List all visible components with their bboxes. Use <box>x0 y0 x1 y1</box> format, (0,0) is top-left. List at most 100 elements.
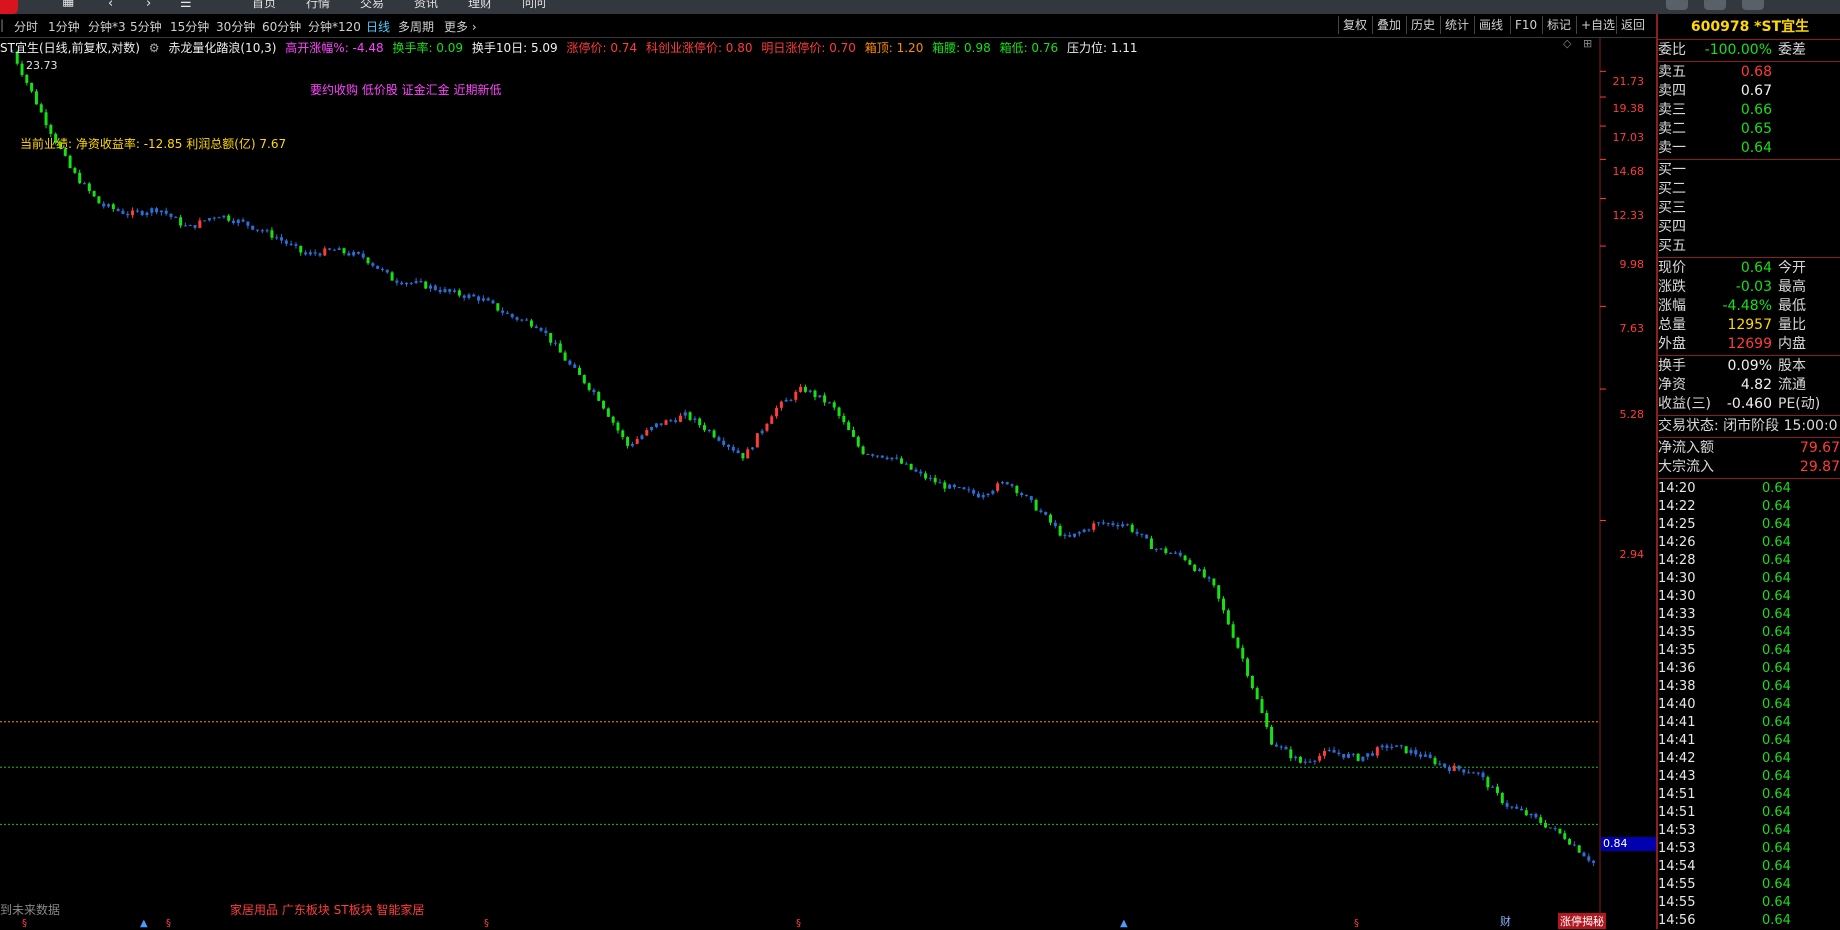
btn-f10[interactable]: F10 <box>1510 16 1541 34</box>
candle-body <box>82 183 86 185</box>
btn-overlay[interactable]: 叠加 <box>1372 16 1405 34</box>
kline-svg[interactable]: § ▲ § § § ▲ § <box>0 37 1656 929</box>
tick-time: 14:55 <box>1658 877 1696 892</box>
candle-body <box>477 296 481 301</box>
buy3-row[interactable]: 买三 <box>1658 199 1840 218</box>
sell3-row[interactable]: 卖三 0.66 <box>1658 101 1840 120</box>
candle-body <box>496 303 500 311</box>
tab-min3[interactable]: 分钟*3 <box>88 18 126 35</box>
expand-icon[interactable]: ⊞ <box>1583 37 1592 50</box>
order-ratio-row: 委比 -100.00% 委差 <box>1658 41 1840 60</box>
stat-row-turnover: 换手 0.09% 股本 <box>1658 357 1840 376</box>
indicator-name[interactable]: 赤龙量化踏浪(10,3) <box>168 41 276 55</box>
candle-body <box>1106 523 1110 525</box>
nav-ask[interactable]: 问问 <box>522 0 546 11</box>
candle-body <box>1202 569 1206 578</box>
candle-body <box>553 342 557 344</box>
btn-restore-rights[interactable]: 复权 <box>1338 16 1371 34</box>
candle-body <box>1452 765 1456 771</box>
candle-body <box>1255 688 1259 700</box>
candle-body <box>1053 522 1057 527</box>
settings-small-icon[interactable]: ⚙ <box>149 41 160 55</box>
candle-body <box>1414 750 1418 755</box>
candle-body <box>803 386 807 392</box>
candle-body <box>654 423 658 427</box>
candle-body <box>227 215 231 221</box>
tab-60min[interactable]: 60分钟 <box>262 18 301 35</box>
nav-market[interactable]: 行情 <box>306 0 330 11</box>
grid-icon[interactable]: ▦ <box>62 0 74 9</box>
candle-body <box>491 300 495 304</box>
btn-add-watchlist[interactable]: +自选 <box>1576 16 1619 34</box>
stock-title[interactable]: 600978 *ST宜生 <box>1658 18 1840 37</box>
forward-arrow-icon[interactable]: › <box>146 0 151 11</box>
candle-body <box>1438 763 1442 765</box>
nav-trade[interactable]: 交易 <box>360 0 384 11</box>
btn-stats[interactable]: 统计 <box>1440 16 1473 34</box>
kline-chart[interactable]: § ▲ § § § ▲ § ST宜生(日线,前复权,对数) ⚙ 赤龙量化踏浪(10,3) 高… <box>0 37 1657 929</box>
buy2-row[interactable]: 买二 <box>1658 180 1840 199</box>
tick-price: 0.64 <box>1762 769 1791 784</box>
candle-body <box>1097 522 1101 524</box>
buy5-row[interactable]: 买五 <box>1658 237 1840 256</box>
tab-5min[interactable]: 5分钟 <box>130 18 162 35</box>
limit-up-reveal-tag[interactable]: 涨停揭秘 <box>1558 913 1606 929</box>
tab-more[interactable]: 更多 › <box>444 18 477 35</box>
tab-multi-period[interactable]: 多周期 <box>398 18 434 35</box>
sell4-row[interactable]: 卖四 0.67 <box>1658 82 1840 101</box>
sell2-row[interactable]: 卖二 0.65 <box>1658 120 1840 139</box>
finance-marker[interactable]: 财 <box>1500 913 1511 929</box>
btn-draw[interactable]: 画线 <box>1474 16 1507 34</box>
tab-daily[interactable]: 日线 <box>366 18 390 35</box>
tick-time: 14:35 <box>1658 625 1696 640</box>
tab-30min[interactable]: 30分钟 <box>216 18 255 35</box>
nav-news[interactable]: 资讯 <box>414 0 438 11</box>
sell5-row[interactable]: 卖五 0.68 <box>1658 63 1840 82</box>
candle-body <box>1049 514 1053 523</box>
candle-body <box>611 416 615 423</box>
candle-body <box>414 281 418 283</box>
window-button-1[interactable] <box>1666 0 1688 10</box>
back-arrow-icon[interactable]: ‹ <box>108 0 113 11</box>
candle-body <box>717 437 721 441</box>
candle-body <box>563 352 567 361</box>
nav-finance[interactable]: 理财 <box>468 0 492 11</box>
candle-body <box>241 219 245 222</box>
candle-body <box>116 208 120 211</box>
candle-body <box>1491 786 1495 788</box>
candle-body <box>1063 535 1067 537</box>
btn-back[interactable]: 返回 <box>1616 16 1649 34</box>
tick-price: 0.64 <box>1762 499 1791 514</box>
candle-body <box>390 272 394 281</box>
box-bottom: 箱低: 0.76 <box>999 41 1059 55</box>
sell4-price: 0.67 <box>1740 83 1772 99</box>
nav-home[interactable]: 首页 <box>252 0 276 11</box>
candle-body <box>92 191 96 197</box>
candle-body <box>140 211 144 215</box>
candle-body <box>183 225 187 227</box>
candle-body <box>904 463 908 465</box>
buy1-row[interactable]: 买一 <box>1658 161 1840 180</box>
stat-row-eps: 收益(三) -0.460 PE(动) <box>1658 395 1840 414</box>
window-button-2[interactable] <box>1704 0 1726 10</box>
tab-15min[interactable]: 15分钟 <box>170 18 209 35</box>
tab-intraday[interactable]: 分时 <box>14 18 38 35</box>
tick-time: 14:22 <box>1658 499 1696 514</box>
app-logo[interactable] <box>0 0 18 14</box>
indicator-info-line: ST宜生(日线,前复权,对数) ⚙ 赤龙量化踏浪(10,3) 高开涨幅%: -4… <box>0 39 1143 55</box>
candle-body <box>1346 754 1350 758</box>
quote-value: -4.48% <box>1722 298 1772 314</box>
tick-row: 14:53 0.64 <box>1658 840 1840 858</box>
menu-icon[interactable]: ☰ <box>180 0 192 11</box>
tab-min120[interactable]: 分钟*120 <box>308 18 361 35</box>
btn-history[interactable]: 历史 <box>1406 16 1439 34</box>
settings-icon[interactable] <box>1742 0 1764 10</box>
diamond-icon[interactable]: ◇ <box>1563 37 1571 50</box>
sell1-row[interactable]: 卖一 0.64 <box>1658 139 1840 158</box>
candle-body <box>107 204 111 207</box>
candle-body <box>1159 548 1163 550</box>
btn-mark[interactable]: 标记 <box>1542 16 1575 34</box>
tab-1min[interactable]: 1分钟 <box>48 18 80 35</box>
gap-percent: 高开涨幅%: -4.48 <box>285 41 384 55</box>
buy4-row[interactable]: 买四 <box>1658 218 1840 237</box>
